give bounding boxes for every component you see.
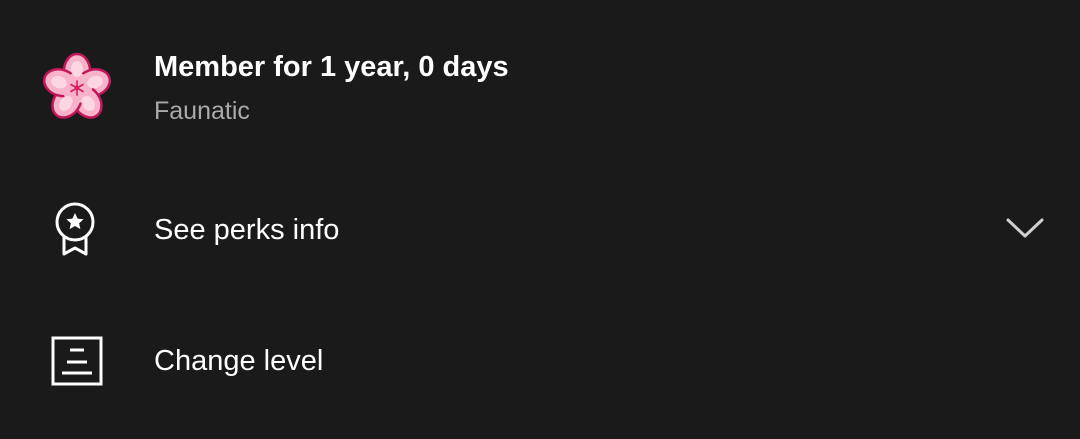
change-level-icon <box>51 336 103 386</box>
membership-duration-title: Member for 1 year, 0 days <box>154 51 509 83</box>
membership-panel: Member for 1 year, 0 days Faunatic See p… <box>0 0 1080 439</box>
membership-status-row: Member for 1 year, 0 days Faunatic <box>0 0 1080 170</box>
chevron-down-icon[interactable] <box>1006 216 1044 240</box>
award-ribbon-icon <box>55 202 95 256</box>
change-level-label: Change level <box>154 345 324 377</box>
sakura-badge-icon <box>42 52 112 119</box>
see-perks-info-label: See perks info <box>154 214 340 246</box>
see-perks-info-row[interactable]: See perks info <box>0 170 1080 295</box>
change-level-row[interactable]: Change level <box>0 295 1080 439</box>
membership-level-name: Faunatic <box>154 97 250 125</box>
